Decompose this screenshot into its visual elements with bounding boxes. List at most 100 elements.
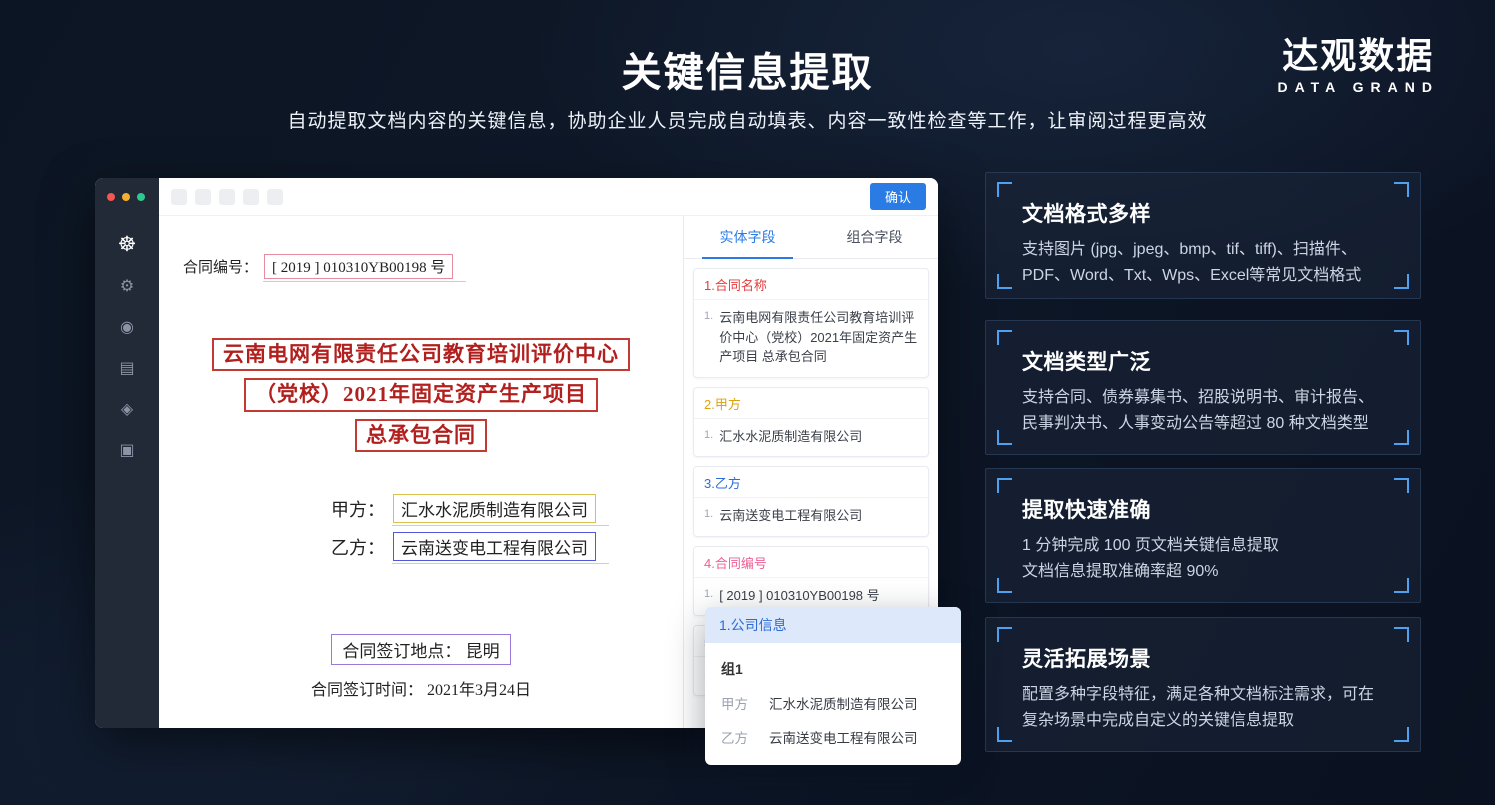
corner-bracket-icon: [1394, 578, 1409, 593]
sidebar-nav: [95, 233, 159, 460]
window-controls: [95, 178, 159, 201]
popup-row-key: 甲方: [721, 693, 769, 713]
field-label: 3.乙方: [694, 467, 928, 498]
logo-icon[interactable]: [116, 233, 138, 255]
document-viewer: 合同编号： [ 2019 ] 010310YB00198 号 云南电网有限责任公…: [159, 216, 683, 728]
popup-row-value: 汇水水泥质制造有限公司: [769, 693, 918, 713]
corner-bracket-icon: [1394, 182, 1409, 197]
field-label: 2.甲方: [694, 388, 928, 419]
feature-title: 文档类型广泛: [1022, 346, 1384, 376]
close-button[interactable]: [107, 193, 115, 201]
field-card[interactable]: 1.合同名称 1. 云南电网有限责任公司教育培训评价中心（党校）2021年固定资…: [693, 268, 929, 378]
field-value-text: 汇水水泥质制造有限公司: [719, 427, 862, 447]
field-card[interactable]: 2.甲方 1. 汇水水泥质制造有限公司: [693, 387, 929, 458]
field-label: 1.合同名称: [694, 269, 928, 300]
contract-title-line[interactable]: 云南电网有限责任公司教育培训评价中心: [212, 338, 630, 371]
popup-group-label: 组1: [721, 659, 945, 679]
toolbar-placeholder: [195, 189, 211, 205]
field-value-text: 云南电网有限责任公司教育培训评价中心（党校）2021年固定资产生产项目 总承包合…: [719, 308, 918, 367]
popup-rows: 甲方 汇水水泥质制造有限公司 乙方 云南送变电工程有限公司: [721, 693, 945, 747]
party-a-highlight[interactable]: 汇水水泥质制造有限公司: [393, 494, 596, 523]
minimize-button[interactable]: [122, 193, 130, 201]
corner-bracket-icon: [997, 430, 1012, 445]
contract-title-line[interactable]: 总承包合同: [355, 419, 487, 452]
party-b-row: 乙方： 云南送变电工程有限公司: [331, 532, 596, 561]
party-b-highlight[interactable]: 云南送变电工程有限公司: [393, 532, 596, 561]
feature-title: 文档格式多样: [1022, 198, 1384, 228]
document-icon[interactable]: [116, 356, 138, 378]
image-icon[interactable]: [116, 438, 138, 460]
field-value-index: 1.: [704, 308, 713, 322]
field-card[interactable]: 4.合同编号 1. [ 2019 ] 010310YB00198 号: [693, 546, 929, 617]
field-value-text: 云南送变电工程有限公司: [719, 506, 862, 526]
party-a-label: 甲方：: [331, 496, 385, 522]
field-value-text: [ 2019 ] 010310YB00198 号: [719, 586, 879, 606]
sign-time-value: 2021年3月24日: [427, 682, 531, 699]
corner-bracket-icon: [997, 274, 1012, 289]
contract-title-line[interactable]: （党校）2021年固定资产生产项目: [244, 378, 598, 411]
party-a-row: 甲方： 汇水水泥质制造有限公司: [331, 494, 596, 523]
field-value-row: 1. 汇水水泥质制造有限公司: [694, 419, 928, 457]
toolbar-placeholder: [219, 189, 235, 205]
party-b-label: 乙方：: [331, 534, 385, 560]
shield-icon[interactable]: [116, 397, 138, 419]
field-value-row: 1. 云南电网有限责任公司教育培训评价中心（党校）2021年固定资产生产项目 总…: [694, 300, 928, 377]
zoom-button[interactable]: [137, 193, 145, 201]
field-value-index: 1.: [704, 586, 713, 600]
contract-number-row: 合同编号： [ 2019 ] 010310YB00198 号: [183, 254, 453, 279]
corner-bracket-icon: [1394, 727, 1409, 742]
sign-time-row: 合同签订时间： 2021年3月24日: [159, 676, 683, 700]
corner-bracket-icon: [1394, 627, 1409, 642]
contract-number-label: 合同编号：: [183, 256, 258, 277]
field-value-row: 1. 云南送变电工程有限公司: [694, 498, 928, 536]
app-sidebar: [95, 178, 159, 728]
panel-tabs: 实体字段 组合字段: [684, 216, 938, 259]
corner-bracket-icon: [1394, 478, 1409, 493]
corner-bracket-icon: [997, 727, 1012, 742]
corner-bracket-icon: [1394, 274, 1409, 289]
feature-card: 文档类型广泛 支持合同、债券募集书、招股说明书、审计报告、民事判决书、人事变动公…: [985, 320, 1421, 455]
popup-body: 组1 甲方 汇水水泥质制造有限公司 乙方 云南送变电工程有限公司: [705, 643, 961, 765]
field-value-index: 1.: [704, 506, 713, 520]
popup-row: 甲方 汇水水泥质制造有限公司: [721, 693, 945, 713]
app-toolbar: 确认: [159, 178, 938, 216]
camera-icon[interactable]: [116, 315, 138, 337]
company-info-popup: 1.公司信息 组1 甲方 汇水水泥质制造有限公司 乙方 云南送变电工程有限公司: [705, 607, 961, 765]
corner-bracket-icon: [997, 182, 1012, 197]
sign-place-highlight[interactable]: 合同签订地点： 昆明: [331, 634, 510, 665]
popup-row-value: 云南送变电工程有限公司: [769, 727, 918, 747]
corner-bracket-icon: [1394, 430, 1409, 445]
toolbar-placeholder: [243, 189, 259, 205]
field-value-index: 1.: [704, 427, 713, 441]
feature-body: 1 分钟完成 100 页文档关键信息提取 文档信息提取准确率超 90%: [1022, 533, 1384, 585]
feature-card: 灵活拓展场景 配置多种字段特征，满足各种文档标注需求，可在复杂场景中完成自定义的…: [985, 617, 1421, 752]
toolbar-placeholder: [267, 189, 283, 205]
gear-icon[interactable]: [116, 274, 138, 296]
popup-row: 乙方 云南送变电工程有限公司: [721, 727, 945, 747]
popup-header: 1.公司信息: [705, 607, 961, 643]
feature-card: 文档格式多样 支持图片 (jpg、jpeg、bmp、tif、tiff)、扫描件、…: [985, 172, 1421, 299]
sign-time-label: 合同签订时间：: [311, 682, 423, 699]
corner-bracket-icon: [997, 330, 1012, 345]
tab-entity-fields[interactable]: 实体字段: [684, 216, 811, 258]
feature-body: 配置多种字段特征，满足各种文档标注需求，可在复杂场景中完成自定义的关键信息提取: [1022, 682, 1384, 734]
feature-body: 支持合同、债券募集书、招股说明书、审计报告、民事判决书、人事变动公告等超过 80…: [1022, 385, 1384, 437]
contract-number-highlight[interactable]: [ 2019 ] 010310YB00198 号: [264, 254, 453, 279]
feature-title: 灵活拓展场景: [1022, 643, 1384, 673]
corner-bracket-icon: [1394, 330, 1409, 345]
corner-bracket-icon: [997, 578, 1012, 593]
tab-composite-fields[interactable]: 组合字段: [811, 216, 938, 258]
popup-row-key: 乙方: [721, 727, 769, 747]
corner-bracket-icon: [997, 627, 1012, 642]
confirm-button[interactable]: 确认: [870, 183, 926, 210]
feature-title: 提取快速准确: [1022, 494, 1384, 524]
contract-title: 云南电网有限责任公司教育培训评价中心 （党校）2021年固定资产生产项目总承包合同: [159, 338, 683, 459]
sign-place-row: 合同签订地点： 昆明: [159, 634, 683, 665]
field-card[interactable]: 3.乙方 1. 云南送变电工程有限公司: [693, 466, 929, 537]
page: 关键信息提取 自动提取文档内容的关键信息，协助企业人员完成自动填表、内容一致性检…: [0, 0, 1495, 805]
feature-body: 支持图片 (jpg、jpeg、bmp、tif、tiff)、扫描件、PDF、Wor…: [1022, 237, 1384, 289]
feature-list: 文档格式多样 支持图片 (jpg、jpeg、bmp、tif、tiff)、扫描件、…: [985, 0, 1421, 805]
toolbar-placeholder: [171, 189, 187, 205]
field-label: 4.合同编号: [694, 547, 928, 578]
feature-card: 提取快速准确 1 分钟完成 100 页文档关键信息提取 文档信息提取准确率超 9…: [985, 468, 1421, 603]
